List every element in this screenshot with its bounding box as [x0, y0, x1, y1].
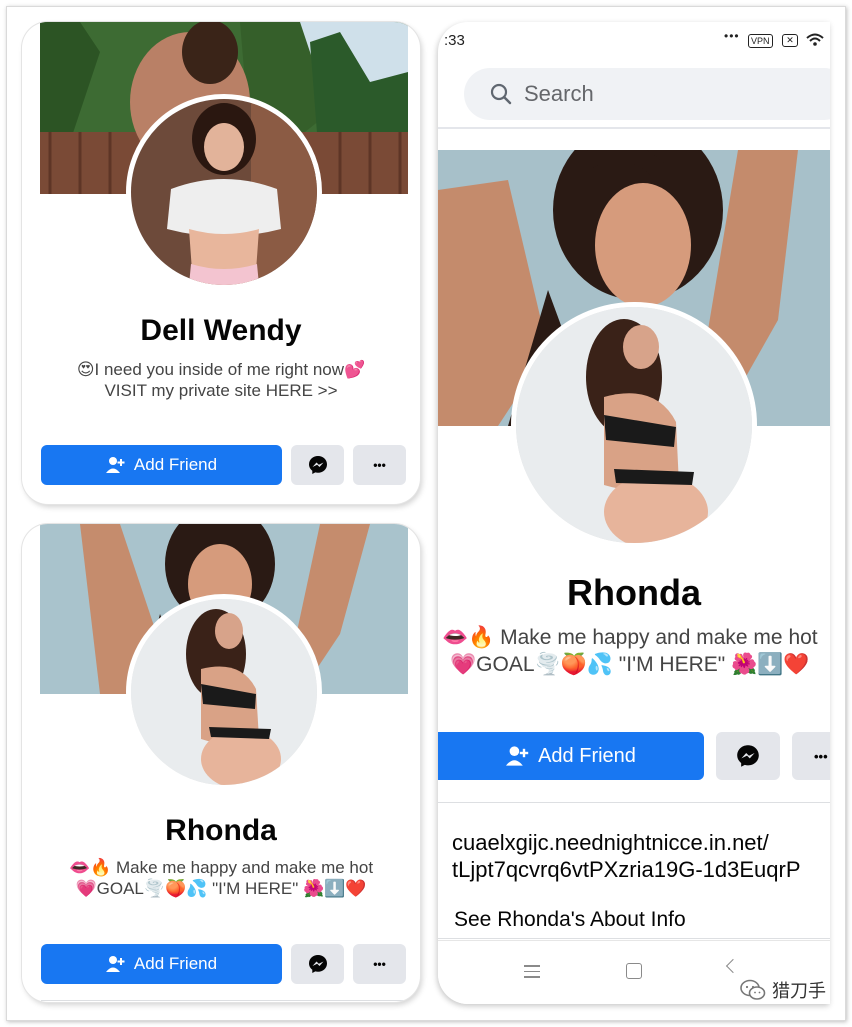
- add-friend-icon: [105, 457, 125, 473]
- profile-bio-line-1: 😍I need you inside of me right now💕: [76, 360, 366, 379]
- search-input[interactable]: Search: [524, 81, 594, 107]
- more-options-button[interactable]: •••: [353, 445, 406, 485]
- search-icon: [490, 83, 512, 105]
- card-divider: [41, 1000, 406, 1001]
- vpn-badge: VPN: [748, 34, 773, 48]
- add-friend-button[interactable]: Add Friend: [41, 445, 282, 485]
- profile-bio-line-1: 👄🔥 Make me happy and make me hot: [68, 858, 374, 877]
- status-time: :33: [444, 32, 465, 49]
- watermark: 猎刀手: [740, 977, 826, 1003]
- profile-bio-line-2: 💗GOAL🌪️🍑💦 "I'M HERE" 🌺⬇️❤️: [75, 879, 367, 898]
- avatar-image: [131, 99, 317, 285]
- more-options-button[interactable]: •••: [353, 944, 406, 984]
- add-friend-icon: [105, 956, 125, 972]
- profile-bio-line-1: 👄🔥 Make me happy and make me hot: [442, 626, 818, 649]
- profile-bio-line-2: 💗GOAL🌪️🍑💦 "I'M HERE" 🌺⬇️❤️: [450, 653, 810, 676]
- menu-nav-button[interactable]: [524, 965, 540, 978]
- profile-avatar[interactable]: [126, 594, 322, 790]
- add-friend-button[interactable]: Add Friend: [41, 944, 282, 984]
- profile-bio-line-2: VISIT my private site HERE >>: [104, 381, 338, 400]
- add-friend-label: Add Friend: [133, 954, 218, 973]
- profile-card-rhonda: Rhonda 👄🔥 Make me happy and make me hot …: [22, 524, 420, 1002]
- profile-name: Rhonda: [567, 572, 701, 613]
- status-bar: :33 ••• VPN ✕: [438, 22, 830, 60]
- external-link-line-1[interactable]: cuaelxgijc.neednightnicce.in.net/: [452, 830, 769, 856]
- avatar-image: [131, 599, 317, 785]
- profile-avatar[interactable]: [511, 302, 757, 548]
- external-link-line-2[interactable]: tLjpt7qcvrq6vtPXzria19G-1d3EuqrP: [452, 857, 801, 883]
- add-friend-icon: [506, 746, 529, 766]
- wechat-icon: [740, 979, 766, 1000]
- section-divider: [438, 802, 830, 803]
- messenger-button[interactable]: [291, 445, 344, 485]
- add-friend-button[interactable]: Add Friend: [438, 732, 704, 780]
- phone-screen: :33 ••• VPN ✕ Search Rhonda 👄🔥 Make me h…: [438, 22, 830, 1004]
- messenger-icon: [308, 955, 327, 973]
- avatar-image: [516, 307, 752, 543]
- about-info-link[interactable]: See Rhonda's About Info: [454, 908, 686, 932]
- wifi-icon: [806, 33, 824, 46]
- add-friend-label: Add Friend: [538, 744, 636, 767]
- more-icon: •••: [373, 458, 386, 472]
- profile-avatar[interactable]: [126, 94, 322, 290]
- messenger-button[interactable]: [716, 732, 780, 780]
- status-signal-dots: •••: [724, 29, 740, 43]
- profile-card-wendy: Dell Wendy 😍I need you inside of me righ…: [22, 22, 420, 504]
- profile-name: Dell Wendy: [140, 314, 302, 347]
- about-divider: [438, 938, 830, 939]
- watermark-text: 猎刀手: [772, 981, 826, 1002]
- messenger-icon: [308, 456, 327, 474]
- more-icon: •••: [814, 748, 828, 764]
- home-nav-button[interactable]: [626, 963, 642, 979]
- back-nav-button[interactable]: [725, 958, 741, 974]
- search-bar[interactable]: Search: [464, 68, 830, 120]
- messenger-button[interactable]: [291, 944, 344, 984]
- more-options-button[interactable]: •••: [792, 732, 830, 780]
- messenger-icon: [737, 745, 759, 767]
- more-icon: •••: [373, 957, 386, 971]
- sim-icon: ✕: [782, 34, 798, 47]
- add-friend-label: Add Friend: [133, 455, 218, 474]
- header-divider: [438, 127, 830, 129]
- profile-name: Rhonda: [165, 814, 277, 847]
